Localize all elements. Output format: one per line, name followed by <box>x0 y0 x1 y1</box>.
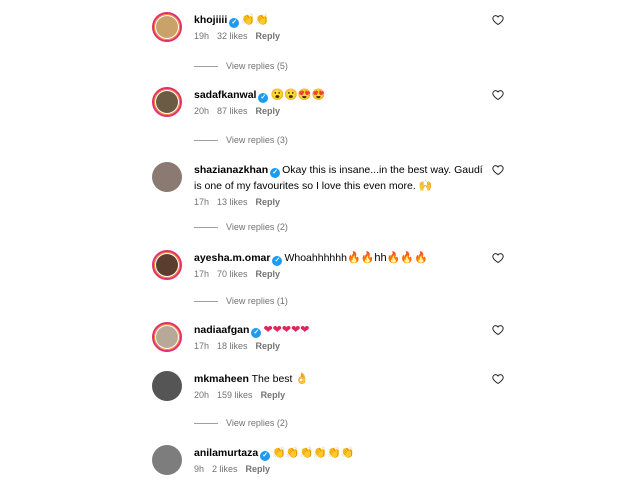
comment-username[interactable]: ayesha.m.omar <box>194 252 270 264</box>
view-replies-button[interactable]: View replies (2) <box>194 418 288 428</box>
avatar[interactable] <box>152 250 182 280</box>
comment-time: 17h <box>194 269 210 279</box>
comment-time: 17h <box>194 341 210 351</box>
reply-button[interactable]: Reply <box>261 390 286 400</box>
verified-badge-icon: ✓ <box>258 93 269 103</box>
avatar[interactable] <box>152 445 182 475</box>
comment-emoji: 🔥🔥hh🔥🔥🔥 <box>346 252 428 264</box>
comment-likes[interactable]: 159 likes <box>217 390 253 400</box>
comment-username[interactable]: shazianazkhan <box>194 164 268 176</box>
avatar[interactable] <box>152 322 182 352</box>
comment-likes[interactable]: 87 likes <box>217 106 248 116</box>
avatar[interactable] <box>152 162 182 192</box>
comment-emoji: ❤❤❤❤❤ <box>263 324 310 336</box>
verified-badge-icon: ✓ <box>229 18 240 28</box>
heart-outline-icon[interactable] <box>492 324 504 336</box>
view-replies-button[interactable]: View replies (5) <box>194 61 288 71</box>
comment-time: 20h <box>194 106 210 116</box>
comment-username[interactable]: anilamurtaza <box>194 447 258 459</box>
view-replies-button[interactable]: View replies (2) <box>194 222 288 232</box>
reply-button[interactable]: Reply <box>256 197 281 207</box>
comment-text: The best <box>251 373 293 385</box>
comment-username[interactable]: mkmaheen <box>194 373 249 385</box>
avatar[interactable] <box>152 371 182 401</box>
reply-button[interactable]: Reply <box>256 31 281 41</box>
comment-likes[interactable]: 70 likes <box>217 269 248 279</box>
verified-badge-icon: ✓ <box>251 328 262 338</box>
heart-outline-icon[interactable] <box>492 252 504 264</box>
reply-button[interactable]: Reply <box>256 106 281 116</box>
comment-emoji: 🙌 <box>418 180 433 192</box>
heart-outline-icon[interactable] <box>492 14 504 26</box>
avatar[interactable] <box>152 12 182 42</box>
verified-badge-icon: ✓ <box>270 168 281 178</box>
comment-time: 19h <box>194 31 210 41</box>
comment-likes[interactable]: 32 likes <box>217 31 248 41</box>
comment-username[interactable]: sadafkanwal <box>194 89 256 101</box>
comment-text: Whoahhhhhh <box>284 252 347 264</box>
comment-time: 9h <box>194 464 205 474</box>
comment-emoji: 😮😮😍😍 <box>270 89 326 101</box>
verified-badge-icon: ✓ <box>260 451 271 461</box>
comment-emoji: 👏👏 <box>241 14 269 26</box>
reply-button[interactable]: Reply <box>246 464 271 474</box>
view-replies-button[interactable]: View replies (1) <box>194 296 288 306</box>
comment-emoji: 👏👏👏👏👏👏 <box>272 447 355 459</box>
reply-button[interactable]: Reply <box>256 341 281 351</box>
reply-button[interactable]: Reply <box>256 269 281 279</box>
avatar[interactable] <box>152 87 182 117</box>
heart-outline-icon[interactable] <box>492 373 504 385</box>
comment-likes[interactable]: 2 likes <box>212 464 238 474</box>
comment-username[interactable]: khojiiii <box>194 14 227 26</box>
verified-badge-icon: ✓ <box>272 256 283 266</box>
heart-outline-icon[interactable] <box>492 164 504 176</box>
comment-time: 17h <box>194 197 210 207</box>
comment-likes[interactable]: 13 likes <box>217 197 248 207</box>
comment-time: 20h <box>194 390 210 400</box>
comment-username[interactable]: nadiaafgan <box>194 324 249 336</box>
comment-emoji: 👌 <box>295 373 310 385</box>
heart-outline-icon[interactable] <box>492 89 504 101</box>
comment-likes[interactable]: 18 likes <box>217 341 248 351</box>
view-replies-button[interactable]: View replies (3) <box>194 135 288 145</box>
